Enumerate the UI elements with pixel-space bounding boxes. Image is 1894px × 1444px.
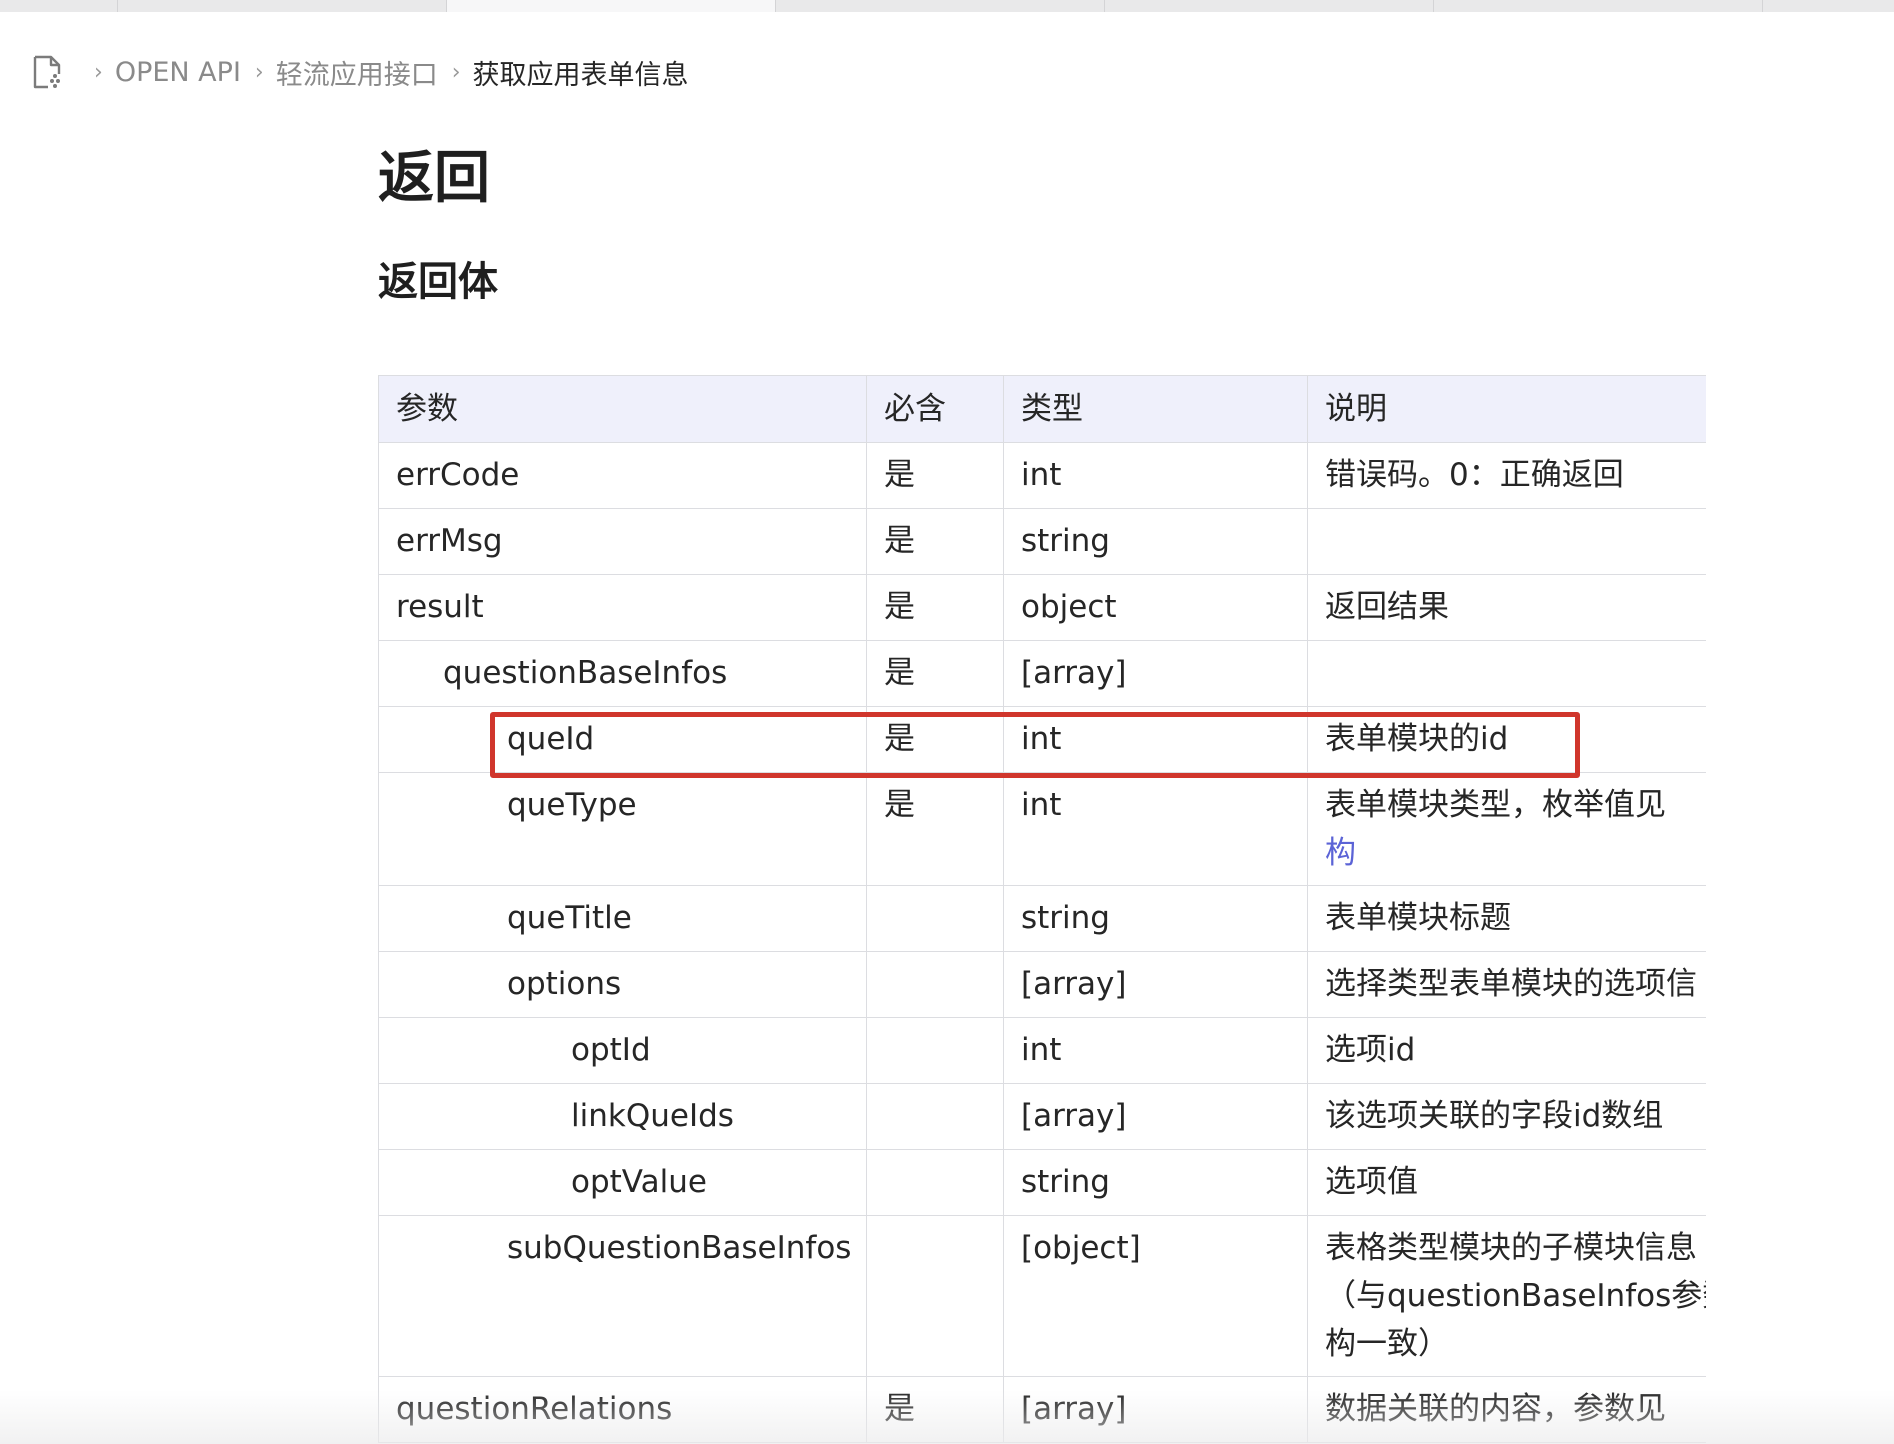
param-cell: result [378,574,867,641]
table-row: errCode 是 int 错误码。0：正确返回 [378,442,1706,509]
desc-cell: 表格类型模块的子模块信息 （与questionBaseInfos参数 构一致） [1307,1215,1706,1377]
param-cell: optId [378,1017,867,1084]
param-cell: queTitle [378,885,867,952]
browser-tab[interactable] [1434,0,1763,12]
column-header-required: 必含 [866,375,1004,443]
desc-cell: 表单模块类型，枚举值见 构 [1307,772,1706,886]
column-header-desc: 说明 [1307,375,1706,443]
param-cell: linkQueIds [378,1083,867,1150]
desc-cell: 选择类型表单模块的选项信 [1307,951,1706,1018]
type-cell: int [1003,706,1308,773]
type-cell: object [1003,574,1308,641]
desc-cell: 错误码。0：正确返回 [1307,442,1706,509]
desc-cell: 数据关联的内容，参数见 [1307,1376,1706,1443]
param-cell: options [378,951,867,1018]
browser-tab[interactable] [1105,0,1434,12]
browser-tab-strip [0,0,1894,12]
table-row: errMsg 是 string [378,508,1706,575]
desc-cell: 返回结果 [1307,574,1706,641]
breadcrumb-item-open-api[interactable]: OPEN API [115,57,241,88]
desc-cell [1307,508,1706,575]
type-cell: int [1003,442,1308,509]
type-cell: int [1003,1017,1308,1084]
document-icon[interactable] [30,54,64,90]
breadcrumb: › OPEN API › 轻流应用接口 › 获取应用表单信息 [30,52,689,92]
required-cell [866,951,1004,1018]
browser-tab-active[interactable] [447,0,776,12]
browser-tab[interactable] [118,0,447,12]
desc-cell [1307,640,1706,707]
required-cell [866,1215,1004,1377]
subsection-heading: 返回体 [378,259,498,305]
param-cell: optValue [378,1149,867,1216]
table-row: queTitle string 表单模块标题 [378,885,1706,952]
chevron-right-icon: › [451,59,461,85]
browser-tab[interactable] [0,0,118,12]
desc-cell: 表单模块的id [1307,706,1706,773]
table-row: linkQueIds [array] 该选项关联的字段id数组 [378,1083,1706,1150]
chevron-right-icon: › [254,59,264,85]
enum-link[interactable]: 构 [1325,829,1706,877]
table-row-highlighted: queId 是 int 表单模块的id [378,706,1706,773]
param-cell: errCode [378,442,867,509]
param-cell: queType [378,772,867,886]
table-row: subQuestionBaseInfos [object] 表格类型模块的子模块… [378,1215,1706,1377]
required-cell: 是 [866,442,1004,509]
type-cell: string [1003,1149,1308,1216]
breadcrumb-item-app-interface[interactable]: 轻流应用接口 [276,53,438,92]
table-row: queType 是 int 表单模块类型，枚举值见 构 [378,772,1706,886]
type-cell: string [1003,508,1308,575]
type-cell: string [1003,885,1308,952]
table-row: result 是 object 返回结果 [378,574,1706,641]
response-params-table: 参数 必含 类型 说明 errCode 是 int 错误码。0：正确返回 err… [378,375,1706,1443]
table-row: options [array] 选择类型表单模块的选项信 [378,951,1706,1018]
required-cell: 是 [866,508,1004,575]
table-row: questionBaseInfos 是 [array] [378,640,1706,707]
required-cell [866,1083,1004,1150]
desc-cell: 选项id [1307,1017,1706,1084]
type-cell: [object] [1003,1215,1308,1377]
chevron-right-icon: › [94,59,103,85]
table-row: optValue string 选项值 [378,1149,1706,1216]
type-cell: int [1003,772,1308,886]
desc-text: （与questionBaseInfos参数 [1325,1278,1706,1314]
table-row: questionRelations 是 [array] 数据关联的内容，参数见 [378,1376,1706,1443]
required-cell: 是 [866,640,1004,707]
desc-cell: 选项值 [1307,1149,1706,1216]
required-cell: 是 [866,1376,1004,1443]
type-cell: [array] [1003,640,1308,707]
required-cell: 是 [866,574,1004,641]
param-cell: subQuestionBaseInfos [378,1215,867,1377]
desc-text: 构一致） [1325,1326,1449,1362]
type-cell: [array] [1003,1376,1308,1443]
desc-text: 表格类型模块的子模块信息 [1325,1230,1697,1266]
type-cell: [array] [1003,951,1308,1018]
param-cell: questionRelations [378,1376,867,1443]
column-header-type: 类型 [1003,375,1308,443]
required-cell [866,1149,1004,1216]
required-cell [866,1017,1004,1084]
required-cell: 是 [866,772,1004,886]
column-header-param: 参数 [378,375,867,443]
browser-tab[interactable] [776,0,1105,12]
desc-text: 表单模块类型，枚举值见 [1325,787,1666,823]
desc-cell: 该选项关联的字段id数组 [1307,1083,1706,1150]
required-cell [866,885,1004,952]
params-table-container: 参数 必含 类型 说明 errCode 是 int 错误码。0：正确返回 err… [378,375,1706,1444]
param-cell: questionBaseInfos [378,640,867,707]
param-cell: errMsg [378,508,867,575]
section-heading: 返回 [378,146,490,211]
type-cell: [array] [1003,1083,1308,1150]
param-cell: queId [378,706,867,773]
desc-cell: 表单模块标题 [1307,885,1706,952]
breadcrumb-item-current: 获取应用表单信息 [472,59,689,91]
required-cell: 是 [866,706,1004,773]
table-row: optId int 选项id [378,1017,1706,1084]
table-header-row: 参数 必含 类型 说明 [378,375,1706,443]
